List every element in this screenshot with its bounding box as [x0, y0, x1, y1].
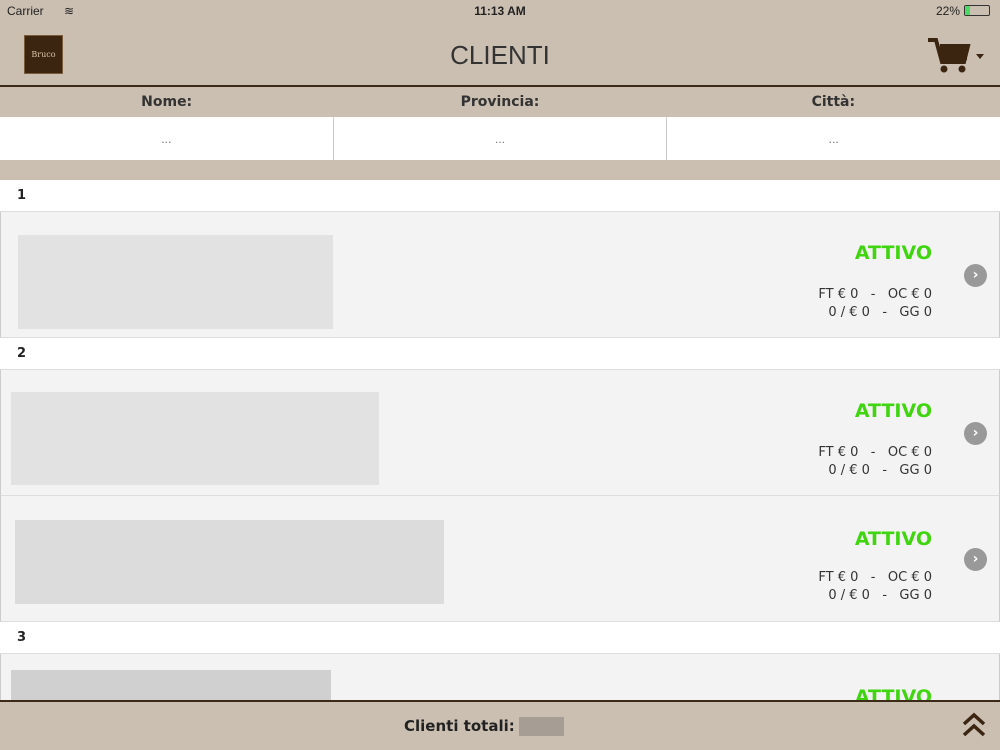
client-name-redacted — [18, 235, 333, 329]
stats-line-2: 0 / € 0 - GG 0 — [828, 588, 932, 603]
client-row[interactable]: ATTIVO — [0, 654, 1000, 700]
stats-line-2: 0 / € 0 - GG 0 — [828, 305, 932, 320]
page-title: CLIENTI — [450, 40, 550, 70]
filter-label-citta: Città: — [811, 94, 856, 110]
group-header: 2 — [0, 338, 1000, 370]
group-header: 3 — [0, 622, 1000, 654]
client-list[interactable]: 1 ATTIVO FT € 0 - OC € 0 0 / € 0 - GG 0 ›… — [0, 180, 1000, 700]
status-badge: ATTIVO — [854, 400, 932, 422]
total-redacted — [518, 717, 564, 736]
status-badge: ATTIVO — [854, 686, 932, 700]
total-clients: Clienti totali: — [404, 717, 564, 736]
client-stats: FT € 0 - OC € 0 0 / € 0 - GG 0 — [818, 286, 932, 322]
client-row[interactable]: ATTIVO FT € 0 - OC € 0 0 / € 0 - GG 0 › — [0, 496, 1000, 622]
status-bar: Carrier ≋ 11:13 AM 22% — [0, 0, 1000, 20]
divider — [0, 160, 1000, 180]
client-stats: FT € 0 - OC € 0 0 / € 0 - GG 0 — [818, 569, 932, 605]
stats-line-2: 0 / € 0 - GG 0 — [828, 463, 932, 478]
total-clients-label: Clienti totali: — [404, 717, 515, 735]
client-name-redacted — [15, 520, 444, 604]
cart-menu-button[interactable] — [928, 38, 986, 78]
status-badge: ATTIVO — [854, 528, 932, 550]
filter-label-nome: Nome: — [141, 94, 193, 110]
clock: 11:13 AM — [474, 4, 526, 18]
stats-line-1: FT € 0 - OC € 0 — [818, 570, 932, 585]
footer: Clienti totali: — [0, 700, 1000, 750]
client-name-redacted — [11, 670, 331, 700]
client-stats: FT € 0 - OC € 0 0 / € 0 - GG 0 — [818, 444, 932, 480]
battery-icon — [964, 5, 990, 16]
filters: Nome: Provincia: Città: — [0, 87, 1000, 180]
double-chevron-up-icon — [962, 712, 986, 737]
battery-percent: 22% — [935, 4, 960, 18]
nome-input[interactable] — [0, 117, 334, 160]
status-badge: ATTIVO — [854, 242, 932, 264]
client-name-redacted — [11, 392, 379, 485]
provincia-input[interactable] — [333, 117, 668, 160]
chevron-right-icon[interactable]: › — [964, 264, 987, 287]
filter-label-provincia: Provincia: — [460, 94, 540, 110]
cart-icon — [928, 38, 984, 73]
stats-line-1: FT € 0 - OC € 0 — [818, 445, 932, 460]
chevron-right-icon[interactable]: › — [964, 422, 987, 445]
scroll-top-button[interactable] — [962, 712, 986, 742]
citta-input[interactable] — [667, 117, 1000, 160]
client-row[interactable]: ATTIVO FT € 0 - OC € 0 0 / € 0 - GG 0 › — [0, 370, 1000, 496]
client-row[interactable]: ATTIVO FT € 0 - OC € 0 0 / € 0 - GG 0 › — [0, 212, 1000, 338]
group-header: 1 — [0, 180, 1000, 212]
nav-bar: Bruco CLIENTI — [0, 20, 1000, 87]
chevron-right-icon[interactable]: › — [964, 548, 987, 571]
stats-line-1: FT € 0 - OC € 0 — [818, 287, 932, 302]
chevron-down-icon — [976, 54, 984, 59]
